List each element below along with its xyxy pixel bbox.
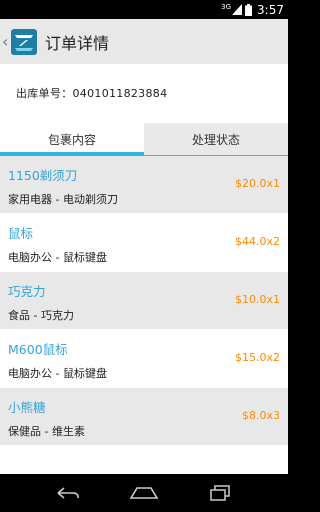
item-price: $15.0x2 (235, 351, 280, 364)
page-title: 订单详情 (45, 33, 110, 53)
tab-label: 包裹内容 (47, 132, 96, 147)
list-item[interactable]: 1150剃须刀 家用电器 - 电动剃须刀 $20.0x1 (0, 156, 288, 214)
back-button[interactable]: ‹ (0, 19, 37, 64)
app-logo-icon (11, 28, 37, 55)
list-item[interactable]: 鼠标 电脑办公 - 鼠标键盘 $44.0x2 (0, 214, 288, 272)
item-price: $44.0x2 (235, 235, 280, 248)
list-item[interactable]: 巧克力 食品 - 巧克力 $10.0x1 (0, 272, 288, 330)
item-category: 电脑办公 - 鼠标键盘 (8, 367, 107, 380)
tab-package-contents[interactable]: 包裹内容 (0, 123, 144, 155)
signal-icon (232, 4, 243, 15)
item-name: 1150剃须刀 (8, 168, 78, 183)
order-number: 出库单号：0401011823884 (16, 87, 168, 100)
status-bar: 3G 3:57 (0, 0, 288, 19)
item-name: M600鼠标 (8, 342, 68, 357)
item-name: 鼠标 (8, 226, 34, 241)
order-detail-content: 出库单号：0401011823884 包裹内容 处理状态 1150剃须刀 家用电… (0, 64, 288, 474)
tab-bar: 包裹内容 处理状态 (0, 123, 288, 155)
tab-label: 处理状态 (191, 132, 240, 147)
item-name: 巧克力 (8, 284, 46, 299)
system-nav-bar (0, 474, 288, 512)
item-category: 电脑办公 - 鼠标键盘 (8, 251, 107, 264)
nav-home-button[interactable] (124, 479, 164, 507)
item-category: 家用电器 - 电动剃须刀 (8, 193, 118, 206)
tab-processing-status[interactable]: 处理状态 (144, 123, 288, 155)
action-bar: ‹ 订单详情 (0, 19, 288, 64)
nav-recents-button[interactable] (200, 479, 240, 507)
item-name: 小熊糖 (8, 400, 46, 415)
item-list: 1150剃须刀 家用电器 - 电动剃须刀 $20.0x1 鼠标 电脑办公 - 鼠… (0, 156, 288, 446)
list-item[interactable]: 小熊糖 保健品 - 维生素 $8.0x3 (0, 388, 288, 446)
back-arrow-icon (57, 487, 79, 499)
battery-icon (245, 3, 253, 16)
item-price: $20.0x1 (235, 177, 280, 190)
home-icon (129, 487, 159, 499)
item-category: 食品 - 巧克力 (8, 309, 74, 322)
item-price: $8.0x3 (241, 409, 280, 422)
nav-back-button[interactable] (48, 479, 88, 507)
item-category: 保健品 - 维生素 (8, 425, 85, 438)
network-type: 3G (221, 3, 232, 11)
clock: 3:57 (257, 2, 284, 17)
item-price: $10.0x1 (235, 293, 280, 306)
recents-icon (210, 485, 230, 501)
list-item[interactable]: M600鼠标 电脑办公 - 鼠标键盘 $15.0x2 (0, 330, 288, 388)
chevron-left-icon: ‹ (2, 32, 9, 51)
